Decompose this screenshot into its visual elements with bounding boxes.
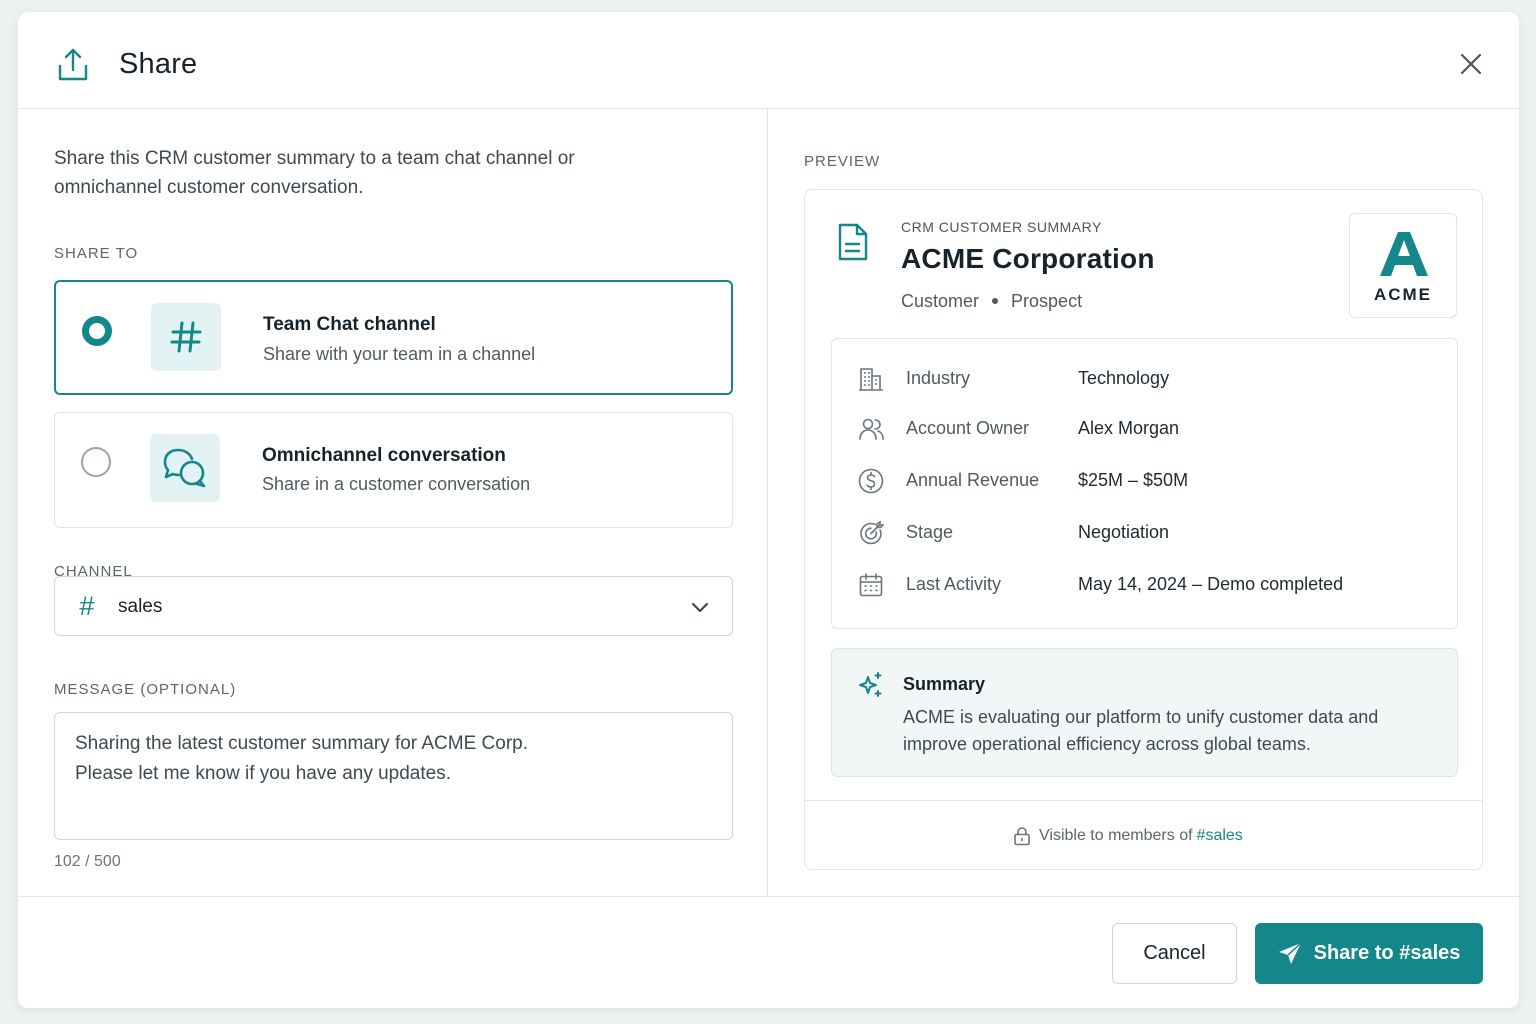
separator-dot <box>992 297 999 304</box>
tag-prospect: Prospect <box>1011 291 1083 311</box>
company-name: ACME Corporation <box>901 243 1155 274</box>
field-row-annual-revenue: Annual Revenue $25M – $50M <box>832 466 1457 496</box>
share-to-label: SHARE TO <box>54 245 139 262</box>
chat-bubbles-icon <box>163 448 206 488</box>
option-team-chat-channel[interactable]: Team Chat channel Share with your team i… <box>54 280 733 395</box>
users-icon <box>859 418 884 440</box>
visibility-channel: #sales <box>1196 827 1243 844</box>
summary-box: Summary ACME is evaluating our platform … <box>831 648 1458 777</box>
share-button[interactable]: Share to #sales <box>1255 923 1483 984</box>
lock-icon <box>1014 827 1030 846</box>
field-label: Industry <box>906 368 971 388</box>
radio-omnichannel[interactable] <box>81 447 111 477</box>
summary-eyebrow: CRM CUSTOMER SUMMARY <box>901 219 1102 235</box>
message-label: MESSAGE (OPTIONAL) <box>54 681 237 698</box>
character-counter: 102 / 500 <box>54 853 121 870</box>
dialog-header: Share <box>18 12 1519 109</box>
field-label: Last Activity <box>906 574 1002 594</box>
dialog-title: Share <box>119 48 198 80</box>
channel-hash-icon: # <box>79 591 95 621</box>
share-upload-icon <box>58 48 88 81</box>
field-value: Alex Morgan <box>1078 418 1180 438</box>
field-row-account-owner: Account Owner Alex Morgan <box>832 414 1457 444</box>
building-icon <box>859 368 883 391</box>
hash-icon-box <box>151 303 221 371</box>
option-title: Team Chat channel <box>263 314 436 335</box>
company-logo: ACME <box>1349 213 1457 318</box>
share-dialog: Share Share this CRM customer summary to… <box>18 12 1519 1008</box>
channel-select-value: sales <box>118 596 163 617</box>
summary-text: ACME is evaluating our platform to unify… <box>903 707 1379 754</box>
send-icon <box>1278 941 1302 964</box>
intro-text: Share this CRM customer summary to a tea… <box>54 148 575 198</box>
message-textarea[interactable]: Sharing the latest customer summary for … <box>54 712 733 840</box>
field-value: $25M – $50M <box>1078 470 1189 490</box>
document-icon <box>838 223 868 261</box>
field-label: Stage <box>906 522 954 542</box>
summary-title: Summary <box>903 674 986 694</box>
channel-select[interactable]: # sales <box>54 576 733 636</box>
calendar-icon <box>859 573 883 597</box>
option-omnichannel-conversation[interactable]: Omnichannel conversation Share in a cust… <box>54 412 733 528</box>
sparkle-icon <box>859 672 882 697</box>
option-subtitle: Share in a customer conversation <box>262 474 531 494</box>
visibility-label: Visible to members of <box>1039 827 1193 844</box>
chat-icon-box <box>150 434 220 502</box>
dialog-footer: Cancel Share to #sales <box>18 896 1519 1008</box>
visibility-note: Visible to members of #sales <box>805 800 1482 870</box>
share-button-label: Share to #sales <box>1313 942 1461 964</box>
close-icon[interactable] <box>1457 50 1485 78</box>
field-value: Negotiation <box>1078 522 1170 542</box>
field-row-industry: Industry Technology <box>832 364 1457 394</box>
field-label: Account Owner <box>906 418 1030 438</box>
field-label: Annual Revenue <box>906 470 1040 490</box>
preview-label: PREVIEW <box>804 153 881 170</box>
visibility-text: Visible to members of #sales <box>1039 827 1243 845</box>
field-value: May 14, 2024 – Demo completed <box>1078 574 1344 594</box>
target-icon <box>860 520 884 545</box>
company-tags: Customer Prospect <box>901 291 1082 312</box>
preview-card: CRM CUSTOMER SUMMARY ACME Corporation Cu… <box>804 189 1483 870</box>
option-subtitle: Share with your team in a channel <box>263 344 536 364</box>
dollar-icon <box>858 468 884 494</box>
chevron-down-icon[interactable] <box>690 597 710 617</box>
tag-customer: Customer <box>901 291 980 311</box>
logo-text: ACME <box>1373 285 1433 304</box>
field-row-stage: Stage Negotiation <box>832 518 1457 548</box>
option-title: Omnichannel conversation <box>262 445 506 466</box>
customer-fields: Industry Technology Account Owner Alex M… <box>831 338 1458 629</box>
field-value: Technology <box>1078 368 1170 388</box>
field-row-last-activity: Last Activity May 14, 2024 – Demo comple… <box>832 570 1457 600</box>
radio-team-chat-selected[interactable] <box>82 316 112 346</box>
cancel-button[interactable]: Cancel <box>1112 923 1237 984</box>
acme-logo-mark <box>1380 232 1428 276</box>
preview-panel: PREVIEW CRM CUSTOMER SUMMARY ACME Corpor… <box>768 109 1519 896</box>
hash-icon <box>170 321 202 353</box>
share-form-panel: Share this CRM customer summary to a tea… <box>18 109 768 896</box>
